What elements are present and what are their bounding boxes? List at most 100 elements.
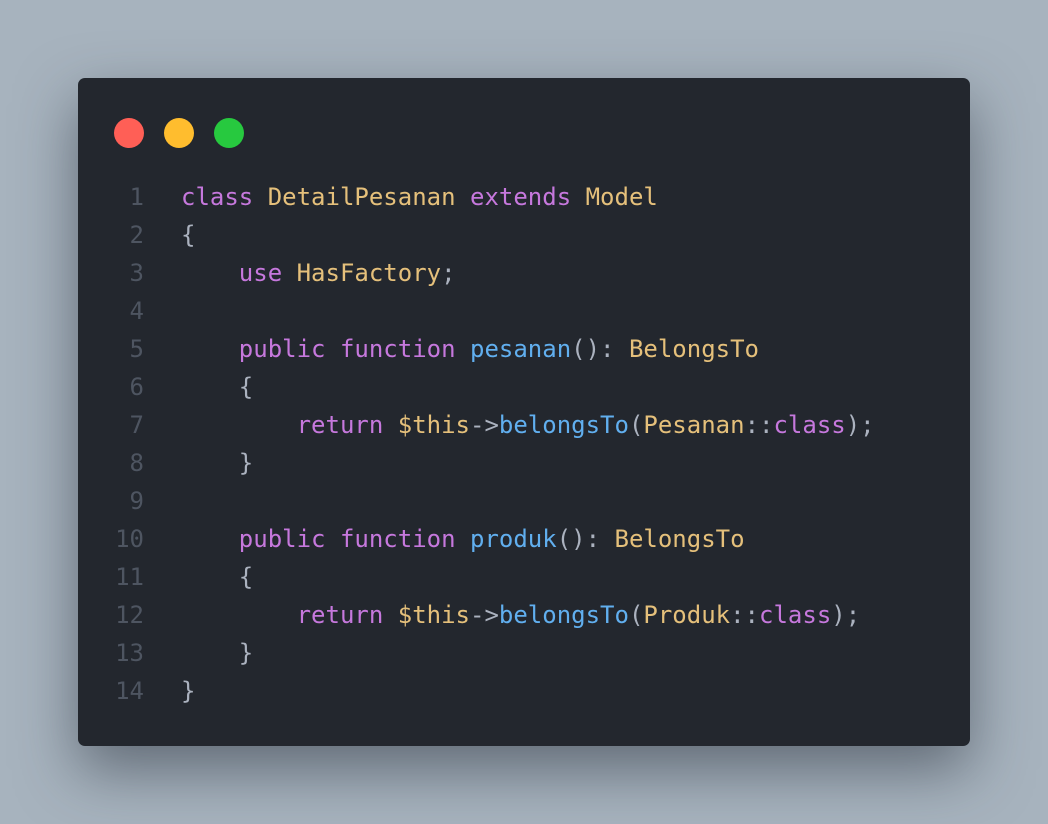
code-token-class: BelongsTo (628, 335, 759, 363)
line-number: 6 (129, 373, 144, 401)
line-number: 3 (129, 259, 144, 287)
window-controls (114, 118, 244, 148)
code-block: 1 class DetailPesanan extends Model 2{3 us… (78, 178, 970, 710)
code-token-plain: { (181, 563, 254, 591)
code-token-class: BelongsTo (614, 525, 745, 553)
code-token-plain: :: (744, 411, 774, 439)
code-window: 1 class DetailPesanan extends Model 2{3 us… (78, 78, 970, 746)
code-token-class: Model (585, 183, 658, 211)
code-text: return $this->belongsTo(Pesanan::class); (144, 406, 875, 444)
code-token-plain: } (181, 639, 254, 667)
line-number: 4 (129, 297, 144, 325)
code-line: 9 (78, 482, 970, 520)
code-token-class: $this (397, 411, 470, 439)
code-token-plain: { (181, 221, 196, 249)
line-number: 14 (115, 677, 144, 705)
code-line: 8 } (78, 444, 970, 482)
code-token-keyword: public (238, 525, 326, 553)
code-line: 12 return $this->belongsTo(Produk::class… (78, 596, 970, 634)
code-token-keyword: extends (470, 183, 572, 211)
code-text: public function pesanan(): BelongsTo (144, 330, 759, 368)
code-token-keyword: public (238, 335, 326, 363)
code-line: 2{ (78, 216, 970, 254)
code-token-function: pesanan (470, 335, 572, 363)
code-text: public function produk(): BelongsTo (144, 520, 745, 558)
minimize-dot-icon (164, 118, 194, 148)
code-text: { (144, 558, 253, 596)
code-token-plain: ; (441, 259, 456, 287)
code-line: 7 return $this->belongsTo(Pesanan::class… (78, 406, 970, 444)
code-line: 3 use HasFactory; (78, 254, 970, 292)
code-line: 10 public function produk(): BelongsTo (78, 520, 970, 558)
code-token-keyword: class (181, 183, 254, 211)
line-number: 1 (129, 183, 144, 211)
code-token-plain: ); (831, 601, 861, 629)
code-token-class: Pesanan (643, 411, 745, 439)
code-token-plain: { (181, 373, 254, 401)
line-number: 9 (129, 487, 144, 515)
code-token-class: Produk (643, 601, 731, 629)
code-text: } (144, 672, 195, 710)
code-token-plain: (): (571, 335, 629, 363)
code-token-plain: :: (730, 601, 760, 629)
code-token-function: belongsTo (498, 601, 629, 629)
code-line: 6 { (78, 368, 970, 406)
code-token-function: belongsTo (498, 411, 629, 439)
code-token-keyword: function (339, 525, 456, 553)
line-number: 2 (129, 221, 144, 249)
code-token-plain: } (181, 677, 196, 705)
code-line: 4 (78, 292, 970, 330)
code-token-function: produk (470, 525, 557, 553)
close-dot-icon (114, 118, 144, 148)
code-token-keyword: class (759, 601, 832, 629)
maximize-dot-icon (214, 118, 244, 148)
code-line: 14} (78, 672, 970, 710)
code-line: 5 public function pesanan(): BelongsTo (78, 330, 970, 368)
code-token-plain: (): (556, 525, 615, 553)
code-token-plain: ( (628, 601, 644, 629)
code-token-class: $this (397, 601, 470, 629)
code-text: class DetailPesanan extends Model (144, 178, 658, 216)
line-number: 7 (129, 411, 144, 439)
code-token-class: DetailPesanan (267, 183, 456, 211)
code-token-keyword: use (238, 259, 283, 287)
code-token-keyword: class (773, 411, 846, 439)
code-token-keyword: return (296, 411, 384, 439)
code-token-plain: -> (470, 411, 499, 439)
code-line: 13 } (78, 634, 970, 672)
line-number: 8 (129, 449, 144, 477)
line-number: 5 (129, 335, 144, 363)
code-text: { (144, 216, 195, 254)
code-token-keyword: function (339, 335, 456, 363)
line-number: 12 (115, 601, 144, 629)
code-line: 1 class DetailPesanan extends Model (78, 178, 970, 216)
code-text: return $this->belongsTo(Produk::class); (144, 596, 861, 634)
code-token-plain: ( (628, 411, 644, 439)
line-number: 13 (115, 639, 144, 667)
code-text: { (144, 368, 253, 406)
code-token-plain: ); (845, 411, 875, 439)
code-token-class: HasFactory (296, 259, 442, 287)
code-text: } (144, 444, 253, 482)
code-text: use HasFactory; (144, 254, 456, 292)
code-text: } (144, 634, 253, 672)
code-line: 11 { (78, 558, 970, 596)
code-token-plain: -> (470, 601, 499, 629)
